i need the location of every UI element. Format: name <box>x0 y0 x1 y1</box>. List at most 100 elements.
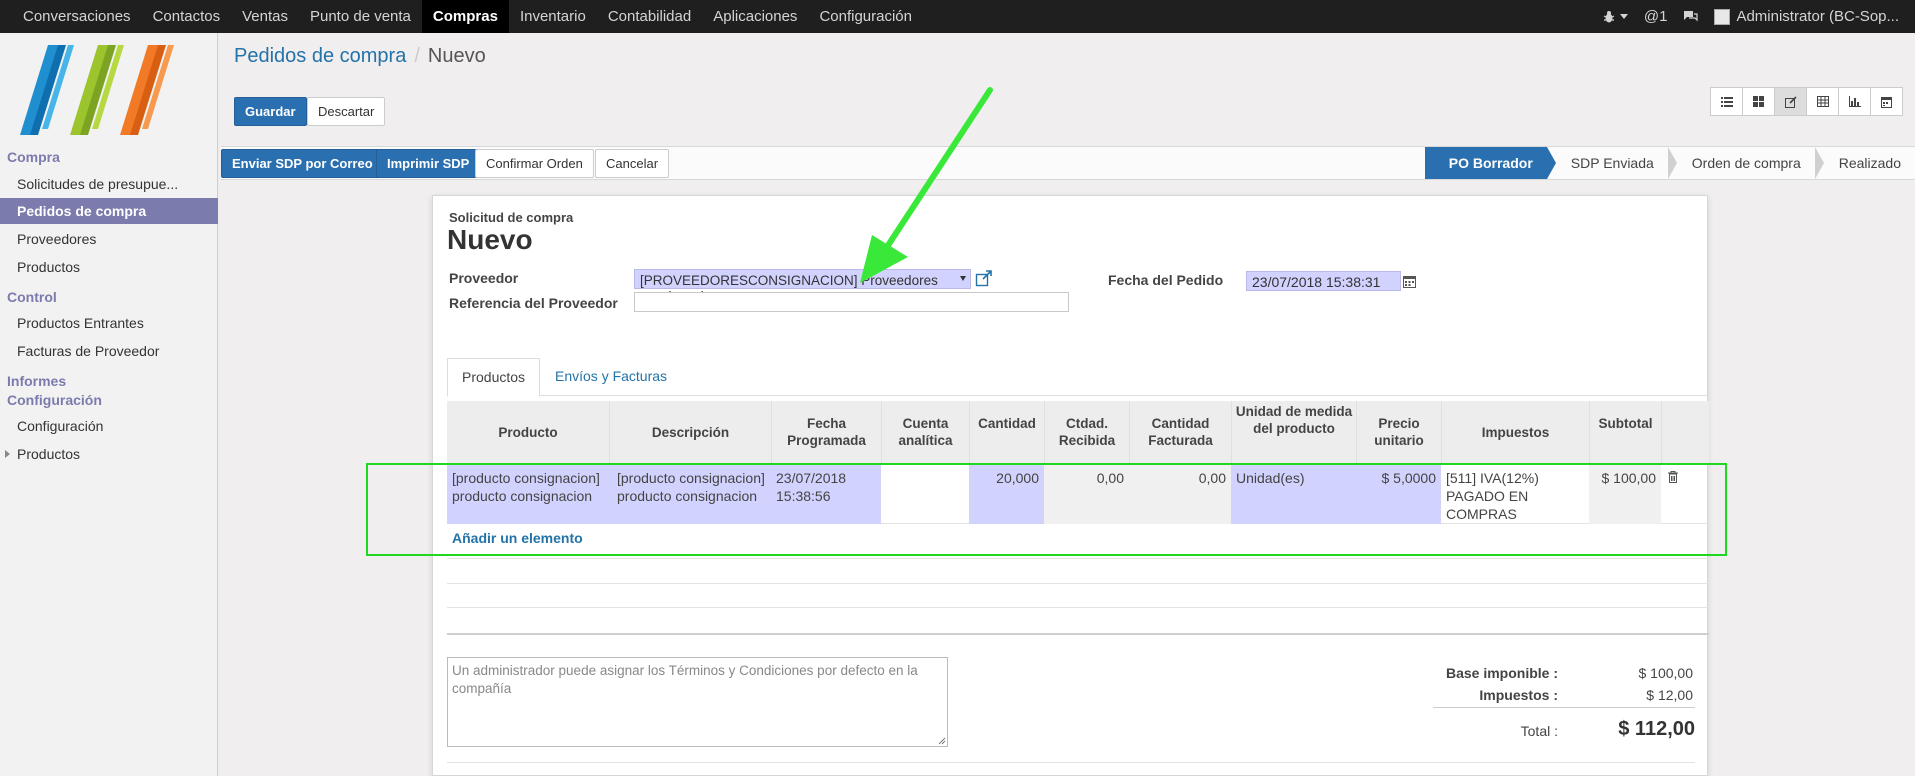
col-precio-unitario[interactable]: Precio unitario <box>1356 401 1441 463</box>
form-title: Nuevo <box>447 224 533 255</box>
status-sdp-enviada[interactable]: SDP Enviada <box>1547 147 1677 179</box>
order-date-value: 23/07/2018 15:38:31 <box>1252 274 1381 290</box>
top-navbar: Conversaciones Contactos Ventas Punto de… <box>0 0 1915 33</box>
sidebar-item-productos-entrantes[interactable]: Productos Entrantes <box>0 310 218 336</box>
sidebar-item-configuracion[interactable]: Configuración <box>0 413 218 439</box>
print-rfq-button[interactable]: Imprimir SDP <box>376 149 481 178</box>
col-cuenta-analitica[interactable]: Cuenta analítica <box>881 401 969 463</box>
topmenu-punto-de-venta[interactable]: Punto de venta <box>299 0 422 33</box>
save-button[interactable]: Guardar <box>234 97 307 126</box>
col-cantidad[interactable]: Cantidad <box>969 401 1044 463</box>
table-row[interactable]: [producto consignacion] producto consign… <box>447 463 1709 524</box>
cell-impuestos[interactable]: [511] IVA(12%) PAGADO EN COMPRAS LOCALES <box>1441 463 1589 524</box>
calendar-icon[interactable] <box>1403 275 1416 288</box>
base-label: Base imponible : <box>1445 665 1558 681</box>
col-producto[interactable]: Producto <box>447 401 609 463</box>
status-arrow <box>1546 147 1556 179</box>
col-ctdad-recibida[interactable]: Ctdad. Recibida <box>1044 401 1129 463</box>
status-realizado[interactable]: Realizado <box>1815 147 1915 179</box>
terms-textarea[interactable]: Un administrador puede asignar los Térmi… <box>447 657 948 747</box>
cell-subtotal: $ 100,00 <box>1589 463 1661 524</box>
sidebar-section-informes[interactable]: Informes <box>7 373 66 389</box>
sidebar-section-compra: Compra <box>7 149 60 165</box>
tax-value: $ 12,00 <box>1646 687 1693 703</box>
terms-placeholder: Un administrador puede asignar los Térmi… <box>452 663 918 696</box>
cell-cantidad[interactable]: 20,000 <box>969 463 1044 524</box>
topmenu-inventario[interactable]: Inventario <box>509 0 597 33</box>
view-form-button[interactable] <box>1774 87 1807 116</box>
topmenu-configuracion[interactable]: Configuración <box>808 0 923 33</box>
top-right-area: @1 Administrator (BC-Sop... <box>1586 0 1899 33</box>
trash-icon[interactable] <box>1668 471 1678 483</box>
supplier-ref-label: Referencia del Proveedor <box>449 295 618 311</box>
cell-unidad[interactable]: Unidad(es) <box>1231 463 1356 524</box>
user-menu[interactable]: Administrator (BC-Sop... <box>1714 8 1899 25</box>
chat-button[interactable] <box>1683 10 1699 23</box>
supplier-label: Proveedor <box>449 270 519 286</box>
topmenu-ventas[interactable]: Ventas <box>231 0 299 33</box>
table-footer-divider <box>447 633 1709 635</box>
cancel-button[interactable]: Cancelar <box>595 149 670 178</box>
status-orden-de-compra[interactable]: Orden de compra <box>1668 147 1824 179</box>
status-label: Realizado <box>1838 155 1901 171</box>
resize-grip-icon[interactable] <box>936 735 946 745</box>
cell-descripcion[interactable]: [producto consignacion] producto consign… <box>609 463 771 524</box>
table-icon <box>1816 96 1829 107</box>
topmenu-compras[interactable]: Compras <box>421 0 509 33</box>
cell-precio[interactable]: $ 5,0000 <box>1356 463 1441 524</box>
add-line-link[interactable]: Añadir un elemento <box>452 530 583 546</box>
confirm-order-button[interactable]: Confirmar Orden <box>475 149 594 178</box>
tab-envios-y-facturas[interactable]: Envíos y Facturas <box>541 358 681 397</box>
base-value: $ 100,00 <box>1638 665 1694 681</box>
list-icon <box>1720 96 1733 107</box>
breadcrumb: Pedidos de compra / Nuevo <box>234 45 486 68</box>
col-cantidad-facturada[interactable]: Cantidad Facturada <box>1129 401 1231 463</box>
topmenu-contabilidad[interactable]: Contabilidad <box>597 0 702 33</box>
status-label: PO Borrador <box>1448 155 1533 171</box>
view-list-button[interactable] <box>1710 87 1743 116</box>
view-switcher <box>1710 87 1903 116</box>
form-sheet: Solicitud de compra Nuevo Proveedor [PRO… <box>432 195 1709 776</box>
cell-producto[interactable]: [producto consignacion] producto consign… <box>447 463 609 524</box>
action-status-row: Enviar SDP por Correo Imprimir SDP Confi… <box>221 146 1915 180</box>
table-divider <box>447 607 1709 608</box>
mentions-count: 1 <box>1659 8 1668 25</box>
view-calendar-button[interactable] <box>1870 87 1903 116</box>
tab-productos[interactable]: Productos <box>447 358 541 397</box>
send-rfq-email-button[interactable]: Enviar SDP por Correo <box>221 149 384 178</box>
sidebar-item-config-productos[interactable]: Productos <box>0 441 218 467</box>
col-subtotal[interactable]: Subtotal <box>1589 401 1661 463</box>
sidebar-item-pedidos-de-compra[interactable]: Pedidos de compra <box>0 198 218 224</box>
edit-icon <box>1784 95 1797 108</box>
debug-menu[interactable] <box>1602 10 1628 24</box>
topmenu-conversaciones[interactable]: Conversaciones <box>12 0 142 33</box>
supplier-ref-input[interactable] <box>634 292 1069 312</box>
col-fecha-programada[interactable]: Fecha Programada <box>771 401 881 463</box>
table-divider <box>447 558 1709 559</box>
discard-button[interactable]: Descartar <box>307 97 386 126</box>
col-actions <box>1661 401 1709 463</box>
col-unidad-medida[interactable]: Unidad de medida del producto <box>1231 401 1356 463</box>
view-pivot-button[interactable] <box>1806 87 1839 116</box>
cell-cuenta[interactable] <box>881 463 969 524</box>
topmenu-contactos[interactable]: Contactos <box>142 0 232 33</box>
sidebar-item-label: Productos <box>17 446 81 462</box>
col-impuestos[interactable]: Impuestos <box>1441 401 1589 463</box>
view-kanban-button[interactable] <box>1742 87 1775 116</box>
sidebar-item-productos[interactable]: Productos <box>0 254 218 280</box>
sidebar-item-proveedores[interactable]: Proveedores <box>0 226 218 252</box>
status-po-borrador[interactable]: PO Borrador <box>1424 147 1556 179</box>
cell-fecha[interactable]: 23/07/2018 15:38:56 <box>771 463 881 524</box>
col-descripcion[interactable]: Descripción <box>609 401 771 463</box>
user-name: Administrator (BC-Sop... <box>1736 8 1899 25</box>
calendar-icon <box>1881 96 1892 108</box>
sidebar-item-facturas-de-proveedor[interactable]: Facturas de Proveedor <box>0 338 218 364</box>
company-logo <box>20 45 174 135</box>
mentions[interactable]: @1 <box>1644 8 1668 25</box>
order-date-input[interactable]: 23/07/2018 15:38:31 <box>1246 271 1401 291</box>
kanban-icon <box>1753 96 1764 107</box>
breadcrumb-parent[interactable]: Pedidos de compra <box>234 45 406 67</box>
sidebar-item-solicitudes[interactable]: Solicitudes de presupue... <box>0 171 218 197</box>
topmenu-aplicaciones[interactable]: Aplicaciones <box>702 0 808 33</box>
view-graph-button[interactable] <box>1838 87 1871 116</box>
